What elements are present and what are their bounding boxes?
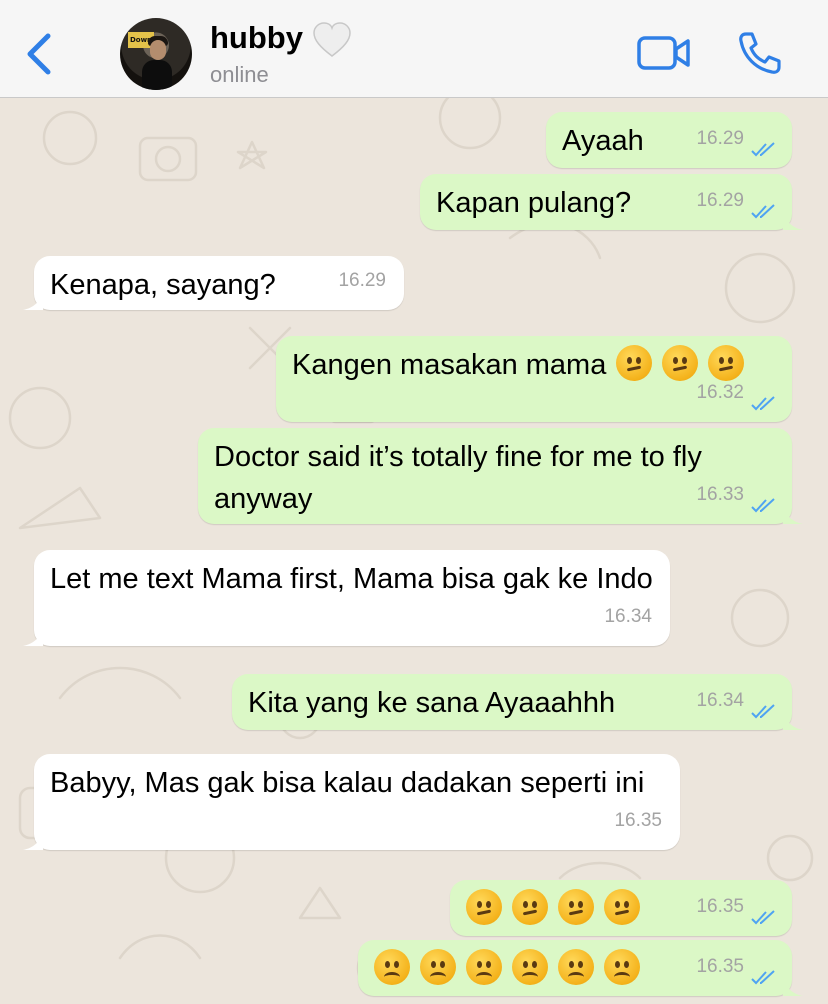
- message-bubble-outgoing[interactable]: Ayaah 16.29: [546, 112, 792, 168]
- frowning-face-emoji: [558, 949, 594, 985]
- white-heart-icon: [313, 22, 351, 57]
- confused-face-emoji: [604, 889, 640, 925]
- contact-status: online: [210, 62, 269, 87]
- message-text: Let me text Mama first, Mama bisa gak ke…: [50, 563, 653, 595]
- frowning-face-emoji: [604, 949, 640, 985]
- message-time: 16.33: [696, 484, 744, 505]
- bubble-tail: [23, 626, 43, 646]
- confused-face-emoji: [512, 889, 548, 925]
- message-time: 16.32: [696, 382, 744, 403]
- message-time: 16.35: [696, 896, 744, 917]
- message-bubble-incoming[interactable]: Babyy, Mas gak bisa kalau dadakan sepert…: [23, 754, 680, 850]
- bubble-tail: [783, 504, 803, 524]
- message-time: 16.29: [696, 190, 744, 211]
- frowning-face-emoji: [512, 949, 548, 985]
- message-time: 16.34: [604, 606, 652, 627]
- read-double-check-icon: [751, 704, 775, 719]
- message-text: Babyy, Mas gak bisa kalau dadakan sepert…: [50, 767, 645, 799]
- message-text: Kangen masakan mama: [292, 349, 607, 381]
- read-double-check-icon: [751, 204, 775, 219]
- frowning-face-emoji: [466, 949, 502, 985]
- message-bubble-outgoing[interactable]: 16.35: [450, 880, 792, 936]
- message-text: Kita yang ke sana Ayaaahhh: [248, 687, 616, 719]
- message-text: Doctor said it’s totally fine for me to …: [214, 441, 702, 515]
- confused-face-emoji: [662, 345, 699, 381]
- confused-face-emoji: [466, 889, 502, 925]
- message-time: 16.35: [696, 956, 744, 977]
- video-call-icon[interactable]: [636, 34, 692, 72]
- message-bubble-outgoing[interactable]: Doctor said it’s totally fine for me to …: [198, 428, 803, 524]
- message-time: 16.29: [338, 270, 386, 291]
- message-text: Kapan pulang?: [436, 187, 632, 219]
- back-chevron-icon[interactable]: [22, 32, 56, 76]
- message-text: Kenapa, sayang?: [50, 269, 276, 301]
- phone-call-icon[interactable]: [736, 30, 782, 76]
- message-bubble-outgoing[interactable]: Kangen masakan mama 16.32: [276, 336, 792, 422]
- confused-face-emoji: [616, 345, 653, 381]
- message-time: 16.29: [696, 128, 744, 149]
- read-double-check-icon: [751, 910, 775, 925]
- read-double-check-icon: [751, 142, 775, 157]
- bubble-tail: [23, 830, 43, 850]
- chat-area[interactable]: Ayaah 16.29 Kapan pulang? 16.29 Kenapa, …: [0, 98, 828, 1004]
- read-double-check-icon: [751, 970, 775, 985]
- message-time: 16.34: [696, 690, 744, 711]
- message-time: 16.35: [614, 810, 662, 831]
- read-double-check-icon: [751, 396, 775, 411]
- message-bubble-incoming[interactable]: Let me text Mama first, Mama bisa gak ke…: [23, 550, 670, 646]
- message-bubble-outgoing[interactable]: Kita yang ke sana Ayaaahhh 16.34: [232, 674, 803, 730]
- message-bubble-outgoing[interactable]: Kapan pulang? 16.29: [420, 174, 803, 230]
- confused-face-emoji: [558, 889, 594, 925]
- contact-avatar[interactable]: Down: [120, 18, 192, 90]
- chat-header: Down hubby online: [0, 0, 828, 98]
- message-bubble-outgoing[interactable]: 16.35: [358, 940, 803, 996]
- bubble-tail: [783, 710, 803, 730]
- bubble-tail: [23, 290, 43, 310]
- bubble-tail: [783, 976, 803, 996]
- message-bubble-incoming[interactable]: Kenapa, sayang? 16.29: [23, 256, 404, 310]
- read-double-check-icon: [751, 498, 775, 513]
- frowning-face-emoji: [374, 949, 410, 985]
- contact-name[interactable]: hubby: [210, 20, 303, 56]
- bubble-tail: [783, 210, 803, 230]
- frowning-face-emoji: [420, 949, 456, 985]
- message-text: Ayaah: [562, 125, 644, 157]
